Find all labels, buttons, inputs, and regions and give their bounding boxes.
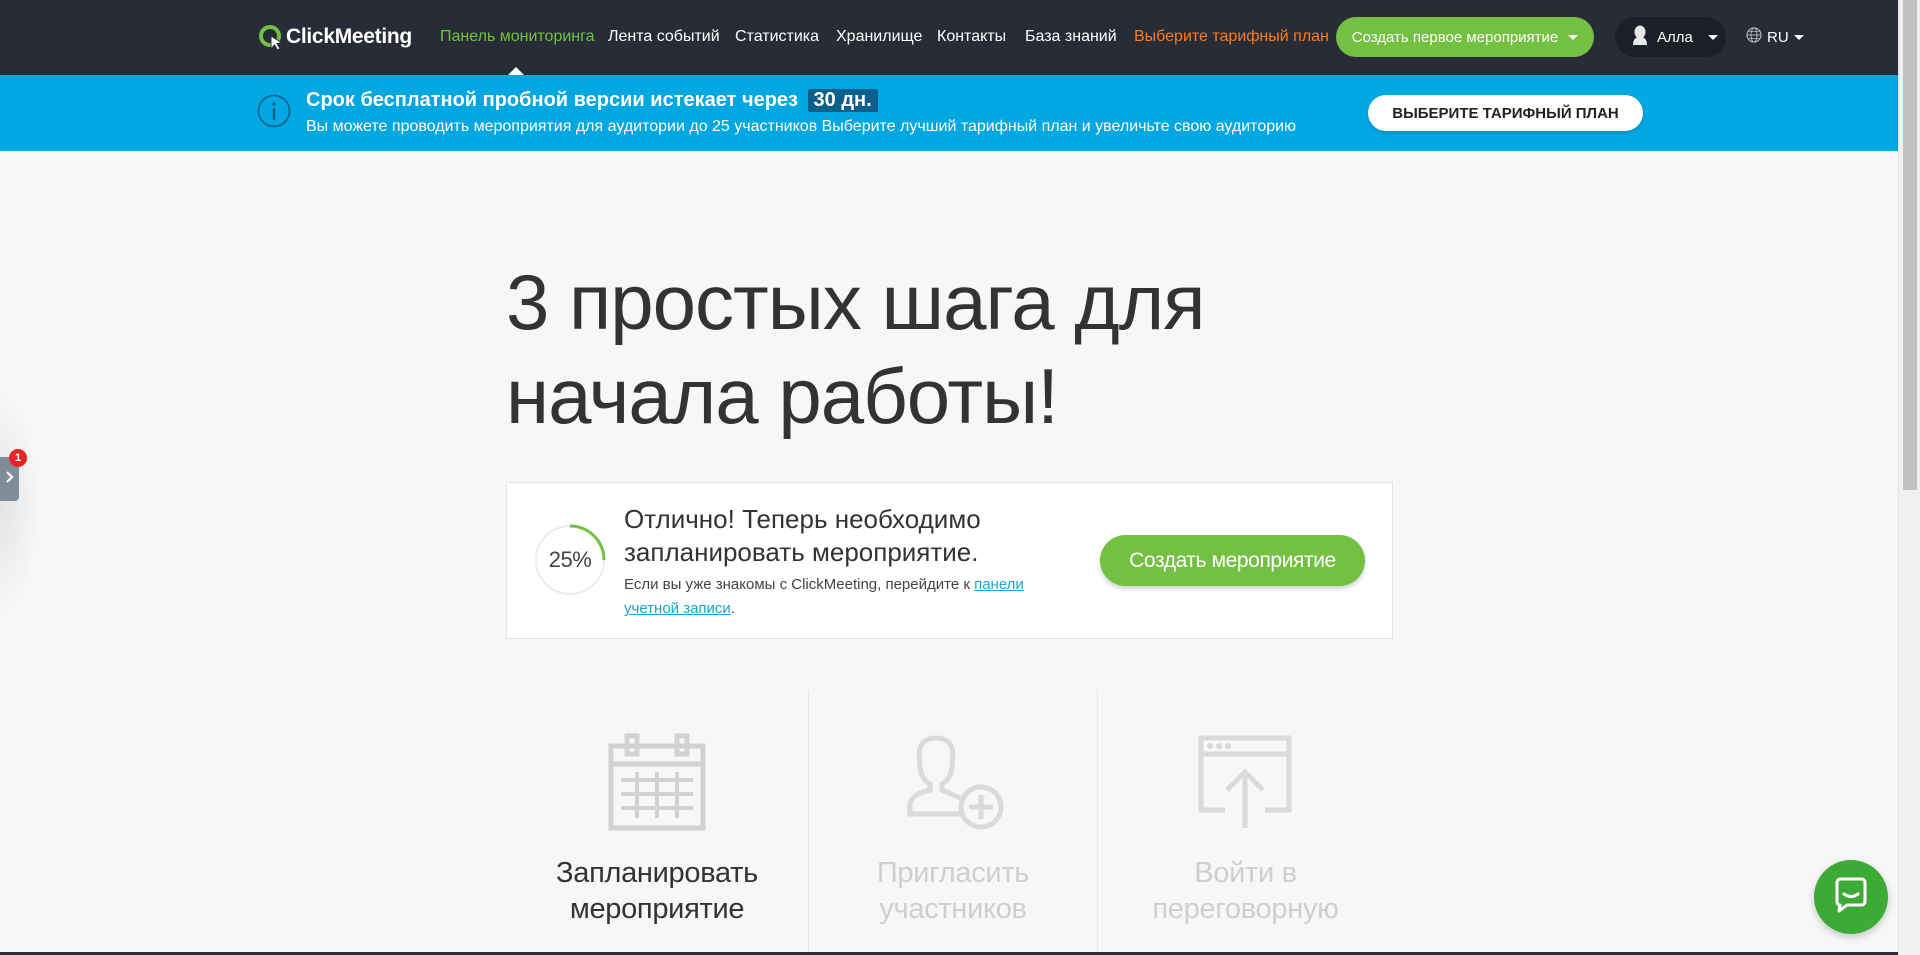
language-selector[interactable]: RU bbox=[1746, 27, 1804, 47]
step-label-line-1: Запланировать bbox=[556, 857, 758, 889]
nav-statistics[interactable]: Статистика bbox=[735, 28, 819, 46]
page-title-line-1: 3 простых шага для bbox=[506, 258, 1206, 346]
step-label: Войти в переговорную bbox=[1098, 855, 1393, 927]
side-panel-shadow bbox=[0, 390, 40, 620]
scrollbar-thumb[interactable] bbox=[1903, 0, 1917, 490]
logo-text: ClickMeeting bbox=[286, 25, 412, 48]
info-icon bbox=[257, 94, 291, 128]
notification-badge: 1 bbox=[9, 449, 27, 467]
clickmeeting-logo[interactable]: ClickMeeting bbox=[258, 24, 412, 51]
page-title-line-2: начала работы! bbox=[506, 352, 1059, 440]
nav-contacts[interactable]: Контакты bbox=[937, 28, 1006, 46]
trial-title: Срок бесплатной пробной версии истекает … bbox=[306, 89, 878, 112]
progress-percent: 25% bbox=[548, 547, 592, 572]
chevron-right-icon bbox=[5, 470, 15, 489]
top-navbar: ClickMeeting Панель мониторинга Лента со… bbox=[0, 0, 1898, 75]
trial-banner: Срок бесплатной пробной версии истекает … bbox=[0, 75, 1898, 151]
user-menu[interactable]: Алла bbox=[1615, 17, 1726, 57]
step-enter-room[interactable]: Войти в переговорную bbox=[1098, 690, 1393, 955]
globe-icon bbox=[1746, 27, 1762, 47]
active-nav-indicator bbox=[508, 67, 524, 75]
chat-bubble-icon bbox=[1831, 875, 1871, 920]
chevron-down-icon bbox=[1568, 34, 1579, 40]
nav-storage[interactable]: Хранилище bbox=[836, 28, 922, 46]
card-description-text: Если вы уже знакомы с ClickMeeting, пере… bbox=[624, 576, 975, 593]
language-code: RU bbox=[1767, 28, 1789, 46]
live-chat-button[interactable] bbox=[1814, 860, 1888, 934]
card-description: Если вы уже знакомы с ClickMeeting, пере… bbox=[624, 573, 1054, 621]
step-label: Пригласить участников bbox=[809, 855, 1097, 927]
step-schedule-event[interactable]: Запланировать мероприятие bbox=[506, 690, 808, 955]
nav-knowledge-base[interactable]: База знаний bbox=[1025, 28, 1117, 46]
chevron-down-icon bbox=[1793, 34, 1804, 40]
upload-window-icon bbox=[1195, 732, 1295, 837]
nav-dashboard[interactable]: Панель мониторинга bbox=[440, 28, 595, 46]
step-label-line-1: Войти в bbox=[1194, 857, 1297, 889]
trial-subtitle: Вы можете проводить мероприятия для ауди… bbox=[306, 118, 1297, 135]
step-label: Запланировать мероприятие bbox=[506, 855, 808, 927]
choose-plan-button[interactable]: ВЫБЕРИТЕ ТАРИФНЫЙ ПЛАН bbox=[1368, 95, 1643, 131]
step-label-line-2: участников bbox=[879, 893, 1027, 925]
days-left-badge: 30 дн. bbox=[807, 89, 878, 112]
next-step-card: 25% Отлично! Теперь необходимо запланиро… bbox=[506, 482, 1393, 639]
create-event-button[interactable]: Создать мероприятие bbox=[1100, 535, 1365, 586]
step-label-line-2: мероприятие bbox=[569, 893, 745, 925]
steps-row: Запланировать мероприятие Пригласить уча… bbox=[506, 690, 1393, 955]
page-title: 3 простых шага для начала работы! bbox=[506, 255, 1226, 443]
chevron-down-icon bbox=[1707, 34, 1718, 40]
user-avatar-icon bbox=[1632, 25, 1648, 49]
logo-icon bbox=[258, 24, 284, 51]
page-scrollbar[interactable] bbox=[1898, 0, 1920, 955]
card-description-end: . bbox=[730, 600, 735, 617]
create-first-event-button[interactable]: Создать первое мероприятие bbox=[1336, 17, 1594, 57]
progress-ring: 25% bbox=[533, 523, 607, 597]
trial-title-text: Срок бесплатной пробной версии истекает … bbox=[306, 89, 798, 111]
nav-choose-plan[interactable]: Выберите тарифный план bbox=[1134, 28, 1329, 46]
add-user-icon bbox=[906, 732, 1006, 837]
user-name: Алла bbox=[1657, 28, 1693, 46]
nav-event-feed[interactable]: Лента событий bbox=[608, 28, 720, 46]
step-label-line-1: Пригласить bbox=[876, 857, 1030, 889]
card-title: Отлично! Теперь необходимо запланировать… bbox=[624, 504, 981, 567]
create-first-event-label: Создать первое мероприятие bbox=[1351, 28, 1559, 46]
step-label-line-2: переговорную bbox=[1152, 893, 1339, 925]
calendar-icon bbox=[607, 732, 707, 837]
step-invite-participants[interactable]: Пригласить участников bbox=[809, 690, 1097, 955]
